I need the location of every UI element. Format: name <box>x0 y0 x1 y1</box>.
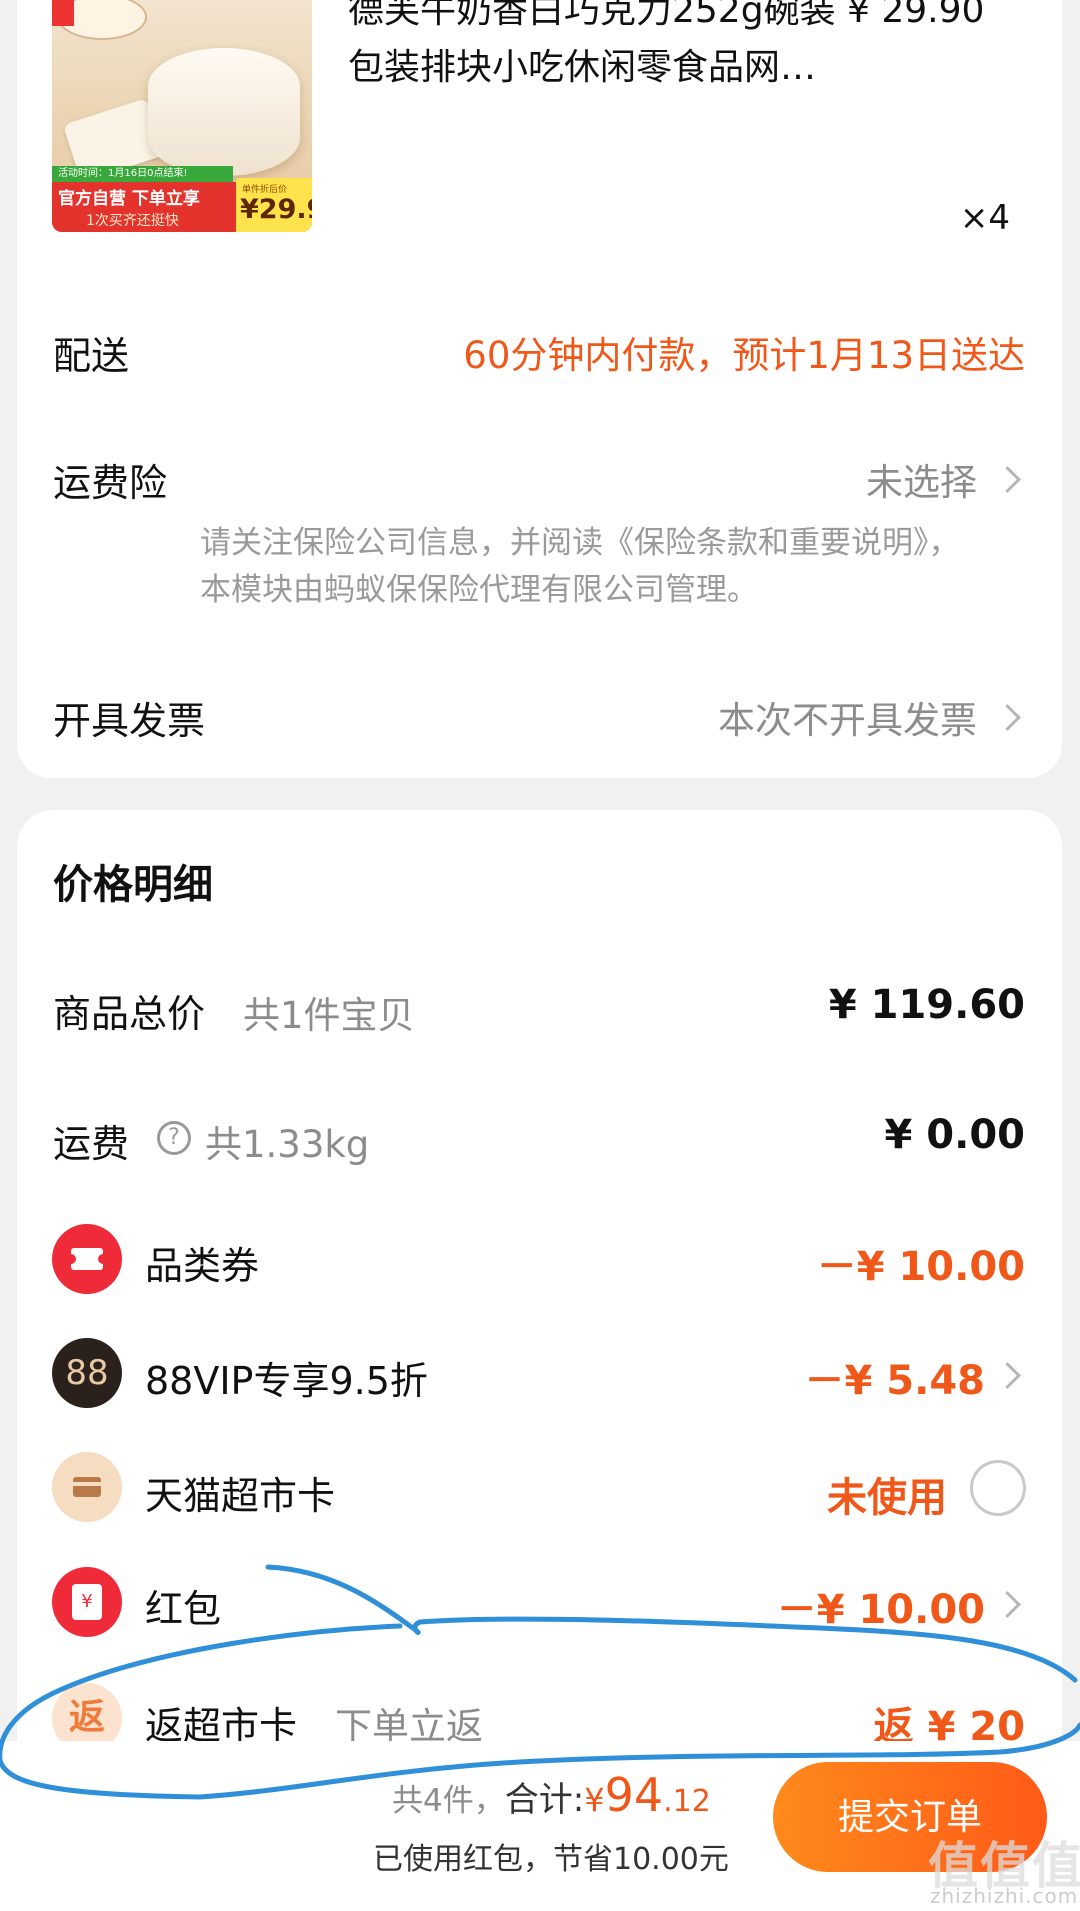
order-total: 共4件，合计:¥94.12 <box>392 1768 711 1822</box>
red-packet-label: 红包 <box>145 1587 222 1631</box>
product-quantity: ×4 <box>959 198 1010 238</box>
promo-main-text: 官方自营 下单立享 <box>58 189 200 209</box>
category-coupon-label: 品类券 <box>145 1244 260 1288</box>
promo-price-box: 单件折后价 ¥29.9 <box>236 178 312 232</box>
coupon-icon <box>52 1224 122 1294</box>
shipping-label: 运费 <box>53 1122 130 1166</box>
goods-total-label: 商品总价 <box>53 992 206 1036</box>
chevron-right-icon <box>994 1362 1021 1389</box>
vip-88-icon: 88 <box>52 1338 122 1408</box>
insurance-note: 请关注保险公司信息，并阅读《保险条款和重要说明》，本模块由蚂蚁保保险代理有限公司… <box>200 525 960 608</box>
category-coupon-value: －¥ 10.00 <box>816 1244 1025 1290</box>
price-detail-title: 价格明细 <box>53 862 213 908</box>
help-icon[interactable]: ? <box>157 1121 191 1155</box>
invoice-label: 开具发票 <box>53 699 206 743</box>
promo-sub-text: 1次买齐还挺快 <box>86 213 179 229</box>
red-packet-glyph: ¥ <box>72 1584 102 1620</box>
insurance-value: 未选择 <box>866 461 977 504</box>
red-packet-value: －¥ 10.00 <box>776 1587 985 1633</box>
chevron-right-icon <box>994 1591 1021 1618</box>
total-label: 合计: <box>504 1780 585 1820</box>
tmall-card-value: 未使用 <box>827 1475 947 1521</box>
goods-total-value: ¥ 119.60 <box>828 982 1025 1028</box>
red-packet-selector[interactable]: －¥ 10.00 <box>725 1565 1025 1641</box>
card-icon <box>52 1452 122 1522</box>
total-currency: ¥ <box>584 1781 605 1819</box>
insurance-label: 运费险 <box>53 461 168 505</box>
tmall-card-label: 天猫超市卡 <box>145 1474 336 1518</box>
total-decimal: .12 <box>663 1784 711 1819</box>
delivery-label: 配送 <box>53 334 130 378</box>
red-packet-icon: ¥ <box>52 1567 122 1637</box>
total-integer: 94 <box>604 1768 664 1822</box>
product-title-line2: 包装排块小吃休闲零食品网… <box>348 47 817 88</box>
promo-price: ¥29.9 <box>240 194 312 225</box>
product-image[interactable]: 活动时间：1月16日0点结束! 官方自营 下单立享 1次买齐还挺快 单件折后价 … <box>52 0 312 232</box>
delivery-value: 60分钟内付款，预计1月13日送达 <box>463 334 1025 377</box>
insurance-selector[interactable]: 未选择 <box>625 440 1025 520</box>
chocolate-bowl-image <box>148 48 300 176</box>
product-title[interactable]: 德芙牛奶香白巧克力252g碗装 ¥ 29.90 包装排块小吃休闲零食品网… <box>348 0 1048 96</box>
product-title-line1: 德芙牛奶香白巧克力252g碗装 ¥ 29.90 <box>348 0 985 31</box>
goods-total-sub: 共1件宝贝 <box>243 994 415 1037</box>
invoice-value: 本次不开具发票 <box>718 699 977 742</box>
chevron-right-icon <box>994 466 1021 493</box>
vip-label: 88VIP专享9.5折 <box>145 1359 428 1403</box>
tmall-card-radio[interactable] <box>970 1460 1026 1516</box>
invoice-selector[interactable]: 本次不开具发票 <box>625 678 1025 758</box>
shipping-weight: 共1.33kg <box>205 1123 370 1166</box>
shipping-value: ¥ 0.00 <box>884 1112 1025 1158</box>
promo-tag-icon <box>52 0 74 26</box>
vip-discount-selector[interactable]: －¥ 5.48 <box>725 1336 1025 1412</box>
chevron-right-icon <box>994 704 1021 731</box>
vip-value: －¥ 5.48 <box>804 1358 985 1404</box>
item-count: 共4件， <box>392 1783 505 1819</box>
promo-date: 活动时间：1月16日0点结束! <box>52 166 233 182</box>
savings-note: 已使用红包，节省10.00元 <box>373 1842 729 1877</box>
watermark-url: zhizhizhi.com <box>930 1884 1079 1908</box>
